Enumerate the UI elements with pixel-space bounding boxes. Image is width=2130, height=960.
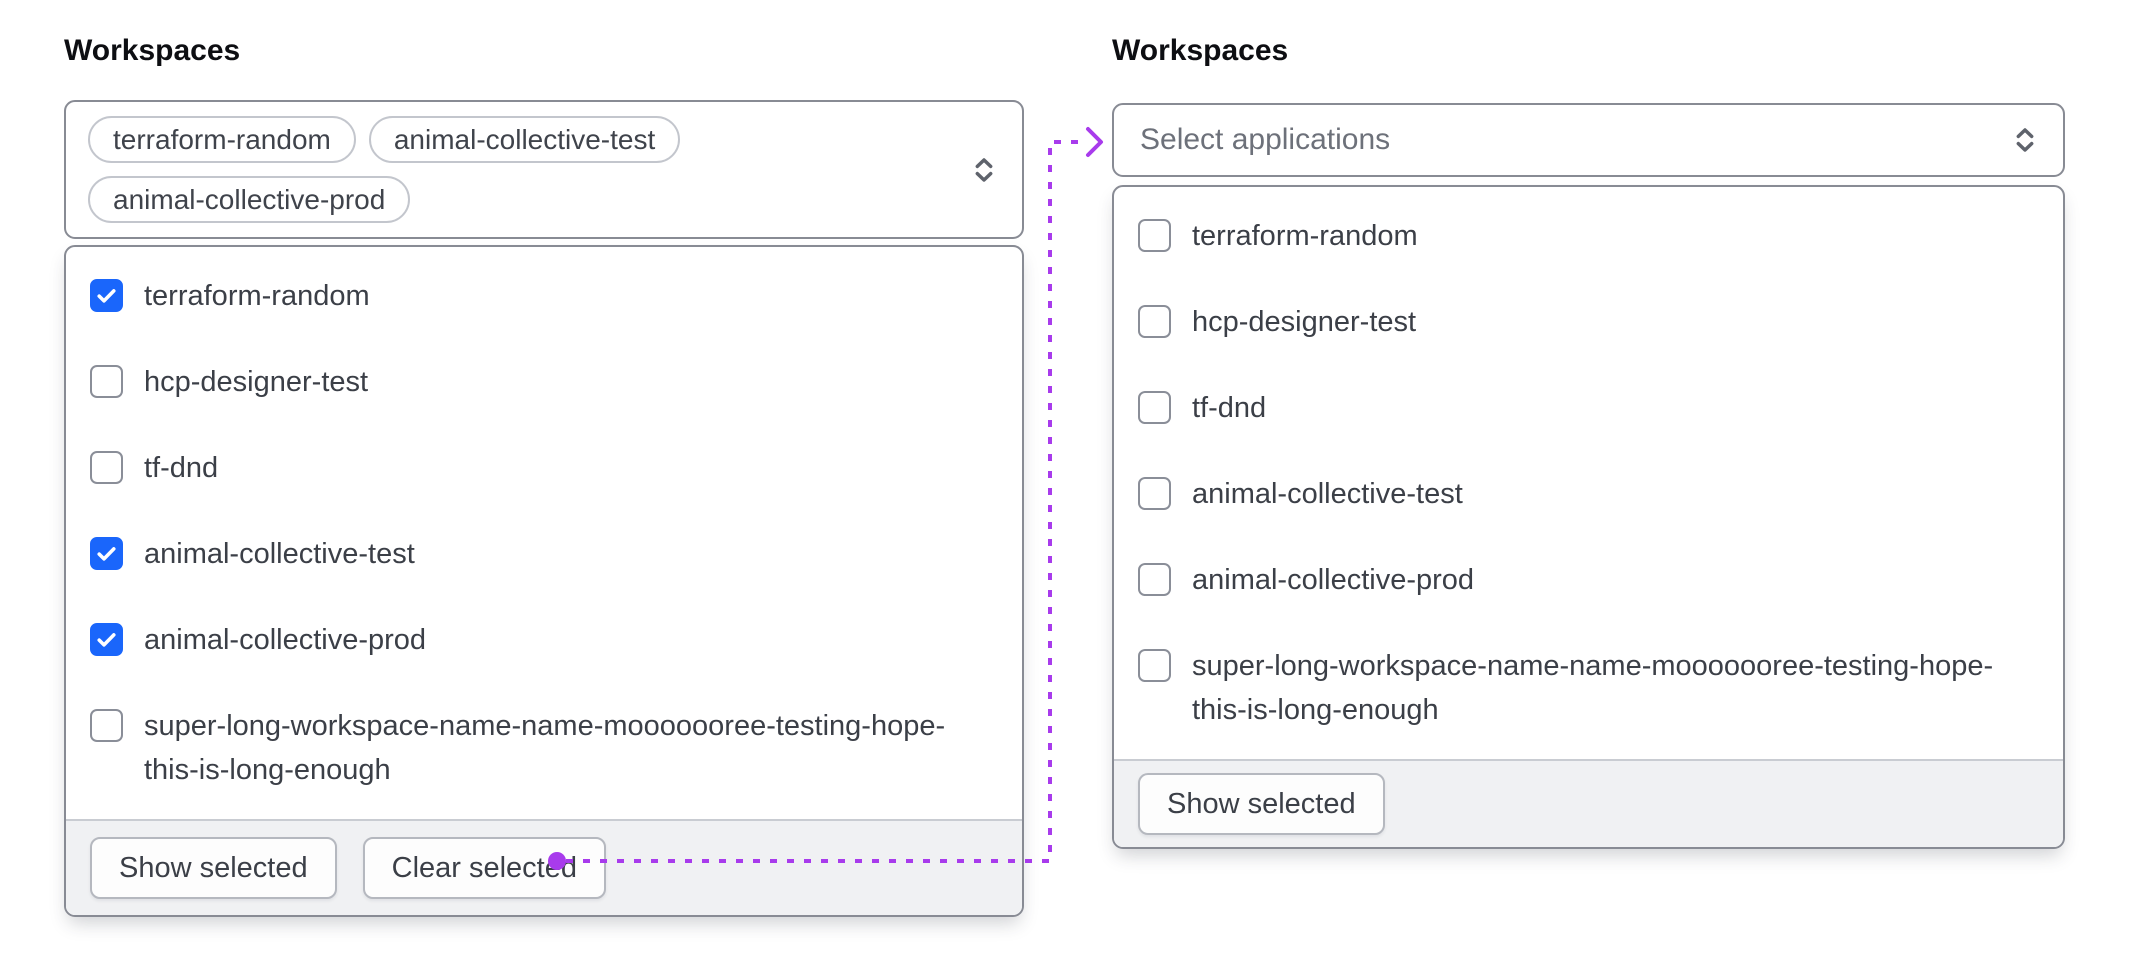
checkbox[interactable] — [1138, 477, 1171, 510]
left-workspaces-label: Workspaces — [64, 34, 240, 68]
show-selected-button[interactable]: Show selected — [1138, 773, 1385, 835]
option-label: terraform-random — [1192, 214, 1418, 258]
checkbox[interactable] — [90, 451, 123, 484]
selected-tag: animal-collective-prod — [88, 176, 410, 223]
option-label: animal-collective-prod — [1192, 558, 1474, 602]
option-row[interactable]: terraform-random — [1114, 193, 2063, 279]
option-row[interactable]: super-long-workspace-name-name-moooooore… — [66, 683, 1022, 813]
left-panel-footer: Show selected Clear selected — [66, 819, 1022, 915]
option-label: terraform-random — [144, 274, 370, 318]
option-row[interactable]: terraform-random — [66, 253, 1022, 339]
left-multiselect-toggle[interactable]: terraform-random animal-collective-test … — [64, 100, 1024, 239]
option-row[interactable]: super-long-workspace-name-name-moooooore… — [1114, 623, 2063, 753]
option-label: animal-collective-prod — [144, 618, 426, 662]
chevron-up-down-icon — [968, 154, 1000, 186]
selected-tag: terraform-random — [88, 116, 356, 163]
checkbox[interactable] — [1138, 649, 1171, 682]
left-dropdown-panel: terraform-random hcp-designer-test tf-dn… — [64, 245, 1024, 917]
placeholder-text: Select applications — [1140, 123, 1390, 157]
checkbox[interactable] — [90, 709, 123, 742]
show-selected-button[interactable]: Show selected — [90, 837, 337, 899]
option-row[interactable]: animal-collective-test — [1114, 451, 2063, 537]
right-dropdown-panel: terraform-random hcp-designer-test tf-dn… — [1112, 185, 2065, 849]
selected-tag: animal-collective-test — [369, 116, 680, 163]
right-options-list: terraform-random hcp-designer-test tf-dn… — [1114, 187, 2063, 759]
chevron-up-down-icon — [2009, 124, 2041, 156]
right-panel-footer: Show selected — [1114, 759, 2063, 847]
checkbox[interactable] — [90, 279, 123, 312]
check-icon — [94, 283, 119, 308]
option-label: animal-collective-test — [144, 532, 415, 576]
option-label: super-long-workspace-name-name-moooooore… — [1192, 644, 2039, 732]
checkbox[interactable] — [90, 537, 123, 570]
checkbox[interactable] — [90, 623, 123, 656]
option-row[interactable]: animal-collective-prod — [1114, 537, 2063, 623]
checkbox[interactable] — [90, 365, 123, 398]
checkbox[interactable] — [1138, 563, 1171, 596]
option-row[interactable]: animal-collective-test — [66, 511, 1022, 597]
option-label: tf-dnd — [144, 446, 218, 490]
page: Workspaces terraform-random animal-colle… — [0, 0, 2130, 960]
selected-tags: terraform-random animal-collective-test … — [66, 102, 1022, 237]
right-multiselect-toggle[interactable]: Select applications — [1112, 103, 2065, 177]
checkbox[interactable] — [1138, 305, 1171, 338]
option-label: hcp-designer-test — [1192, 300, 1416, 344]
checkbox[interactable] — [1138, 219, 1171, 252]
check-icon — [94, 627, 119, 652]
option-label: hcp-designer-test — [144, 360, 368, 404]
option-label: tf-dnd — [1192, 386, 1266, 430]
option-row[interactable]: animal-collective-prod — [66, 597, 1022, 683]
option-row[interactable]: tf-dnd — [66, 425, 1022, 511]
option-label: super-long-workspace-name-name-moooooore… — [144, 704, 998, 792]
option-label: animal-collective-test — [1192, 472, 1463, 516]
clear-selected-button[interactable]: Clear selected — [363, 837, 606, 899]
check-icon — [94, 541, 119, 566]
option-row[interactable]: hcp-designer-test — [66, 339, 1022, 425]
right-workspaces-label: Workspaces — [1112, 34, 1288, 68]
left-options-list: terraform-random hcp-designer-test tf-dn… — [66, 247, 1022, 819]
option-row[interactable]: tf-dnd — [1114, 365, 2063, 451]
option-row[interactable]: hcp-designer-test — [1114, 279, 2063, 365]
checkbox[interactable] — [1138, 391, 1171, 424]
